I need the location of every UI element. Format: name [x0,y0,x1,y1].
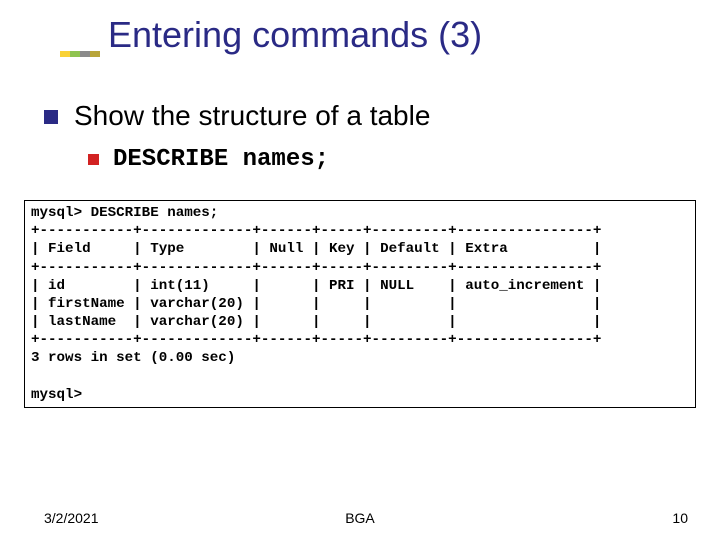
body-area: Show the structure of a table DESCRIBE n… [0,74,720,173]
square-bullet-icon [88,154,99,165]
bullet-level2: DESCRIBE names; [88,146,720,173]
bullet-level1: Show the structure of a table [44,100,720,132]
code-box: mysql> DESCRIBE names; +-----------+----… [24,200,696,408]
slide-title: Entering commands (3) [108,14,720,56]
title-accent-bar [60,51,100,57]
slide: Entering commands (3) Show the structure… [0,0,720,540]
bullet-level2-text: DESCRIBE names; [113,146,329,173]
bullet-level1-text: Show the structure of a table [74,100,430,132]
title-area: Entering commands (3) [0,0,720,56]
square-bullet-icon [44,110,58,124]
footer: 3/2/2021 BGA 10 [0,510,720,526]
footer-center: BGA [0,510,720,526]
